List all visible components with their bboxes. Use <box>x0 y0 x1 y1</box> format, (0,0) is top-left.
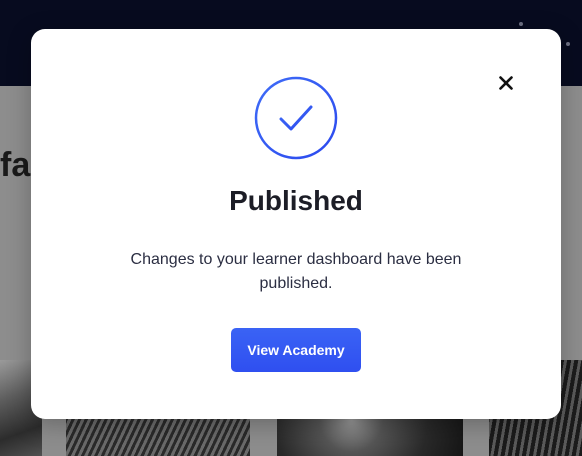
background-dot <box>566 42 570 46</box>
published-dialog: Published Changes to your learner dashbo… <box>31 29 561 419</box>
view-academy-button[interactable]: View Academy <box>231 328 361 372</box>
check-circle-icon <box>254 76 338 160</box>
screen: fa Published Changes to your learner das… <box>0 0 582 456</box>
close-button[interactable] <box>496 73 516 93</box>
dialog-message: Changes to your learner dashboard have b… <box>130 251 462 292</box>
close-icon <box>499 76 513 90</box>
background-heading: fa <box>0 146 31 184</box>
dialog-title: Published <box>229 185 363 216</box>
background-dot <box>519 22 523 26</box>
